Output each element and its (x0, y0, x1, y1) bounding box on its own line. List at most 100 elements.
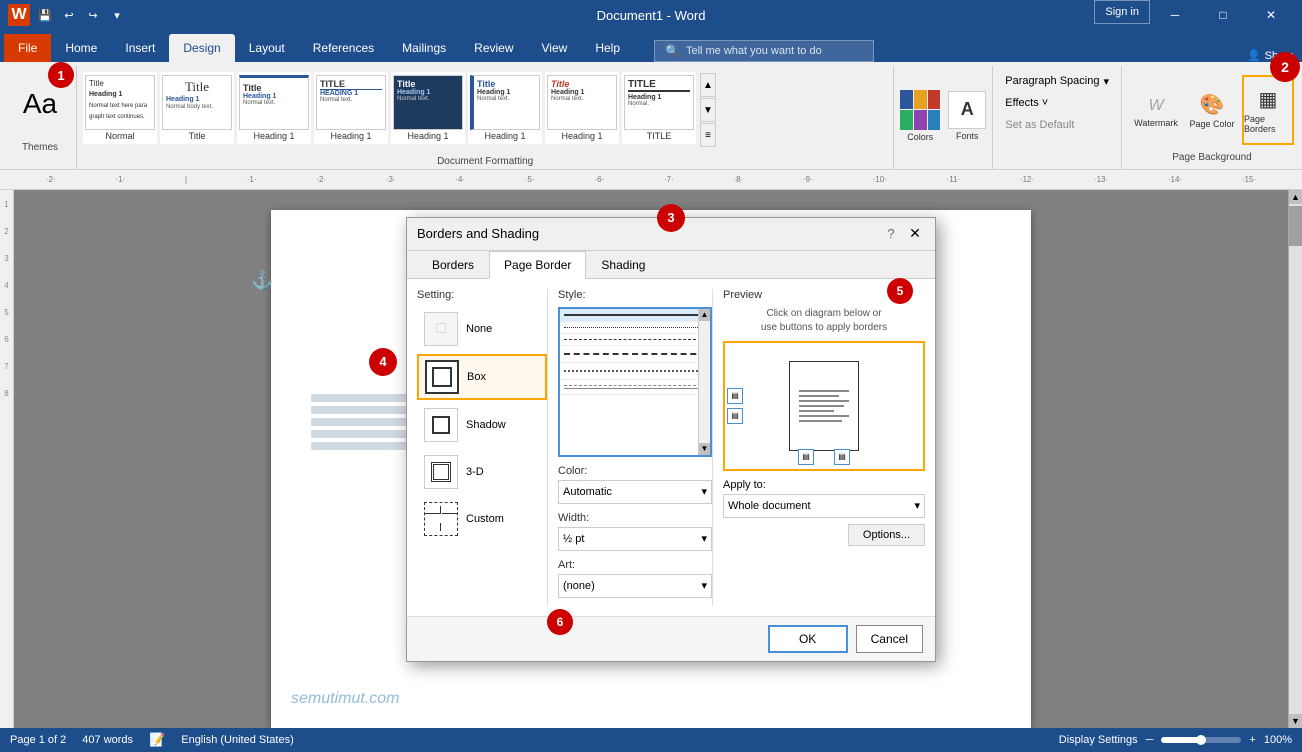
apply-dropdown-arrow: ▾ (914, 499, 920, 512)
page-color-button[interactable]: 🎨 Page Color (1186, 75, 1238, 145)
style-h1b[interactable]: TITLE HEADING 1 Normal text. Heading 1 (314, 72, 388, 144)
signin-button[interactable]: Sign in (1094, 0, 1150, 24)
style-row-dotted2[interactable] (560, 334, 710, 346)
quick-access-dropdown[interactable]: ▾ (108, 6, 126, 24)
tab-layout[interactable]: Layout (235, 34, 299, 62)
minimize-button[interactable]: ─ (1152, 0, 1198, 30)
zoom-level: 100% (1264, 734, 1292, 746)
setting-custom[interactable]: Custom (417, 497, 547, 541)
watermark-button[interactable]: W Watermark (1130, 75, 1182, 145)
share-icon: 👤 (1247, 49, 1261, 62)
style-title2[interactable]: TITLE Heading 1 Normal. TITLE (622, 72, 696, 144)
tab-mailings[interactable]: Mailings (388, 34, 460, 62)
style-scrollbar[interactable]: ▲ ▼ (698, 309, 710, 455)
style-row-solid[interactable] (560, 309, 710, 322)
zoom-in-button[interactable]: + (1249, 734, 1255, 746)
tab-design[interactable]: Design (169, 34, 234, 62)
setting-custom-icon (424, 502, 458, 536)
borders-shading-dialog: 3 Borders and Shading ? ✕ Borders Page B… (406, 217, 936, 662)
style-list-container[interactable]: ▲ ▼ (558, 307, 712, 457)
art-select[interactable]: (none) ▾ (558, 574, 712, 598)
undo-icon[interactable]: ↩ (60, 6, 78, 24)
setting-box[interactable]: Box (417, 354, 547, 400)
redo-icon[interactable]: ↪ (84, 6, 102, 24)
fonts-button[interactable]: A Fonts (948, 91, 986, 141)
setting-none[interactable]: □ None (417, 307, 547, 351)
style-row-dashed1[interactable] (560, 346, 710, 363)
tab-help[interactable]: Help (581, 34, 634, 62)
edge-bottom-button-right[interactable]: ▤ (834, 449, 850, 465)
style-title[interactable]: Title Heading 1 Normal body text. Title (160, 72, 234, 144)
gallery-more[interactable]: ≡ (700, 123, 716, 147)
page-borders-icon: ▦ (1259, 87, 1278, 112)
gallery-down[interactable]: ▼ (700, 98, 716, 122)
save-icon[interactable]: 💾 (36, 6, 54, 24)
tab-file[interactable]: File (4, 34, 51, 62)
dialog-tab-page-border[interactable]: Page Border (489, 251, 586, 279)
zoom-slider[interactable] (1161, 737, 1241, 743)
paragraph-spacing-button[interactable]: Paragraph Spacing ▾ (1001, 70, 1113, 92)
ribbon-group-paragraph: Paragraph Spacing ▾ Effects ˅ Set as Def… (993, 66, 1122, 169)
fonts-icon: A (948, 91, 986, 129)
effects-button[interactable]: Effects ˅ (1001, 92, 1113, 114)
dialog-help-button[interactable]: ? (881, 224, 901, 244)
display-settings[interactable]: Display Settings (1059, 734, 1138, 746)
status-left: Page 1 of 2 407 words 📝 English (United … (10, 732, 294, 748)
page-borders-label: Page Borders (1244, 114, 1292, 134)
ribbon-content: 2 1 Aa Themes TitleHeading 1Normal text … (0, 62, 1302, 170)
gallery-up[interactable]: ▲ (700, 73, 716, 97)
setting-3d[interactable]: 3-D (417, 450, 547, 494)
style-scroll-up[interactable]: ▲ (699, 309, 710, 321)
tab-insert[interactable]: Insert (111, 34, 169, 62)
style-row-dashed2[interactable] (560, 363, 710, 380)
title-bar-left: W 💾 ↩ ↪ ▾ (8, 4, 126, 26)
page-borders-button[interactable]: ▦ Page Borders (1242, 75, 1294, 145)
apply-to-row: Apply to: Whole document ▾ (723, 479, 925, 518)
tab-review[interactable]: Review (460, 34, 527, 62)
page-color-label: Page Color (1189, 119, 1234, 129)
options-button[interactable]: Options... (848, 524, 925, 546)
width-label: Width: (558, 512, 712, 524)
left-edge-buttons: ▤ ▤ (727, 388, 743, 424)
search-placeholder[interactable]: Tell me what you want to do (686, 45, 822, 57)
colors-button[interactable]: Colors (900, 90, 940, 142)
setting-none-label: None (466, 323, 492, 335)
edge-bottom-button-left[interactable]: ▤ (798, 449, 814, 465)
setting-shadow-icon (424, 408, 458, 442)
colors-label: Colors (907, 132, 933, 142)
dialog-close-button[interactable]: ✕ (905, 224, 925, 244)
dialog-overlay: 3 Borders and Shading ? ✕ Borders Page B… (0, 190, 1302, 728)
edge-bottom-left-button[interactable]: ▤ (727, 408, 743, 424)
style-h1a[interactable]: Title Heading 1 Normal text. Heading 1 (237, 72, 311, 144)
style-row-mixed[interactable] (560, 380, 710, 395)
dialog-tab-shading[interactable]: Shading (586, 251, 660, 279)
ok-button[interactable]: OK (768, 625, 848, 653)
bottom-edge-buttons: ▤ ▤ (798, 449, 850, 465)
style-h1c[interactable]: Title Heading 1 Normal text. Heading 1 (391, 72, 465, 144)
setting-3d-label: 3-D (466, 466, 484, 478)
close-button[interactable]: ✕ (1248, 0, 1294, 30)
dialog-footer: 6 OK Cancel (407, 616, 935, 661)
tab-home[interactable]: Home (51, 34, 111, 62)
zoom-out-button[interactable]: ─ (1146, 734, 1154, 746)
width-select[interactable]: ½ pt ▾ (558, 527, 712, 551)
tab-references[interactable]: References (299, 34, 388, 62)
maximize-button[interactable]: □ (1200, 0, 1246, 30)
cancel-button[interactable]: Cancel (856, 625, 923, 653)
tab-view[interactable]: View (528, 34, 582, 62)
style-normal[interactable]: TitleHeading 1Normal text here para grap… (83, 72, 157, 144)
style-row-dotted1[interactable] (560, 322, 710, 334)
apply-to-select[interactable]: Whole document ▾ (723, 494, 925, 518)
style-h1d[interactable]: Title Heading 1 Normal text. Heading 1 (468, 72, 542, 144)
dialog-tab-borders[interactable]: Borders (417, 251, 489, 279)
status-right: Display Settings ─ + 100% (1059, 734, 1292, 746)
style-h1e[interactable]: Title Heading 1 Normal text. Heading 1 (545, 72, 619, 144)
color-select[interactable]: Automatic ▾ (558, 480, 712, 504)
setting-shadow[interactable]: Shadow (417, 403, 547, 447)
edge-top-left-button[interactable]: ▤ (727, 388, 743, 404)
set-as-default-button[interactable]: Set as Default (1001, 114, 1113, 136)
fonts-label: Fonts (956, 131, 979, 141)
style-scroll-down[interactable]: ▼ (699, 443, 710, 455)
badge-2: 2 (1270, 52, 1300, 82)
ribbon-group-styles: TitleHeading 1Normal text here para grap… (77, 66, 894, 169)
